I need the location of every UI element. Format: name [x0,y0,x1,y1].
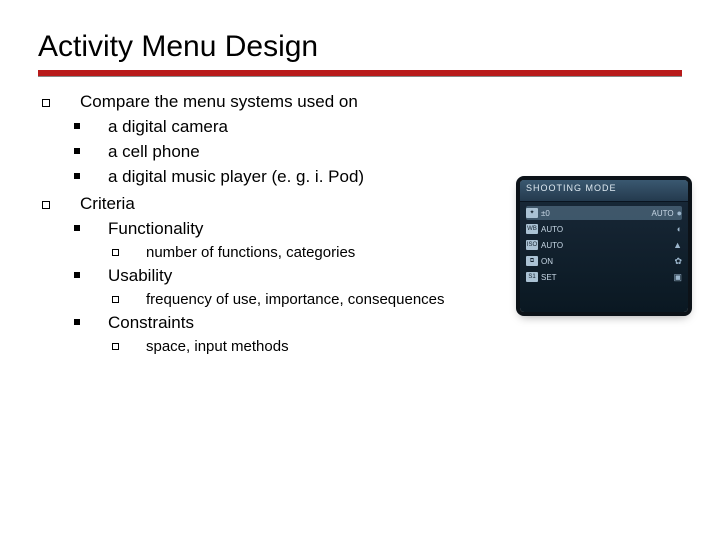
sub-bullet: Constraints [38,312,682,335]
camera-row-left-text: ±0 [541,209,550,218]
camera-menu-illustration: SHOOTING MODE ✦±0AUTO●WBAUTO◐ISOAUTO▲⧉ON… [520,180,688,312]
camera-row-left-icon: WB [526,224,538,234]
camera-row-left-text: AUTO [541,241,563,250]
camera-row-left-icon: S1 [526,272,538,282]
square-outline-icon [106,247,146,267]
camera-row-right-text: AUTO [651,209,673,218]
square-fill-icon [68,271,108,294]
camera-row-left-text: SET [541,273,557,282]
square-outline-icon [38,95,80,118]
square-fill-icon [68,172,108,195]
camera-menu-row: ISOAUTO ▲ [526,238,682,252]
square-outline-icon [38,197,80,220]
sub-bullet: a digital camera [38,116,682,139]
bullet-text: Compare the menu systems used on [80,91,682,114]
camera-row-right-icon: ◐ [677,224,682,234]
camera-menu-row: S1SET ▣ [526,270,682,284]
square-fill-icon [68,224,108,247]
sub-bullet-text: a digital camera [108,116,682,139]
title-rule [38,70,682,77]
square-outline-icon [106,294,146,314]
camera-menu-row: ✦±0 AUTO ● [526,206,682,220]
camera-row-right-icon: ▲ [673,240,682,250]
camera-row-right-icon: ▣ [673,272,682,283]
sub-bullet: a cell phone [38,141,682,164]
camera-row-left-icon: ISO [526,240,538,250]
sub-sub-bullet-text: space, input methods [146,337,682,357]
camera-row-left-text: AUTO [541,225,563,234]
sub-bullet-text: Constraints [108,312,682,335]
square-fill-icon [68,147,108,170]
slide-title: Activity Menu Design [38,30,682,64]
camera-row-right-icon: ✿ [674,256,682,267]
camera-row-left-icon: ⧉ [526,256,538,266]
sub-bullet-text: a cell phone [108,141,682,164]
camera-row-left-text: ON [541,257,553,266]
bullet-compare: Compare the menu systems used on [38,91,682,114]
sub-sub-bullet: space, input methods [38,337,682,357]
camera-menu-row: WBAUTO ◐ [526,222,682,236]
square-outline-icon [106,341,146,361]
square-fill-icon [68,318,108,341]
square-fill-icon [68,122,108,145]
camera-menu-header: SHOOTING MODE [520,180,688,202]
camera-row-right-icon: ● [677,208,682,218]
camera-menu-row: ⧉ON ✿ [526,254,682,268]
camera-row-left-icon: ✦ [526,208,538,218]
camera-menu-body: ✦±0AUTO●WBAUTO◐ISOAUTO▲⧉ON✿S1SET▣ [520,202,688,290]
